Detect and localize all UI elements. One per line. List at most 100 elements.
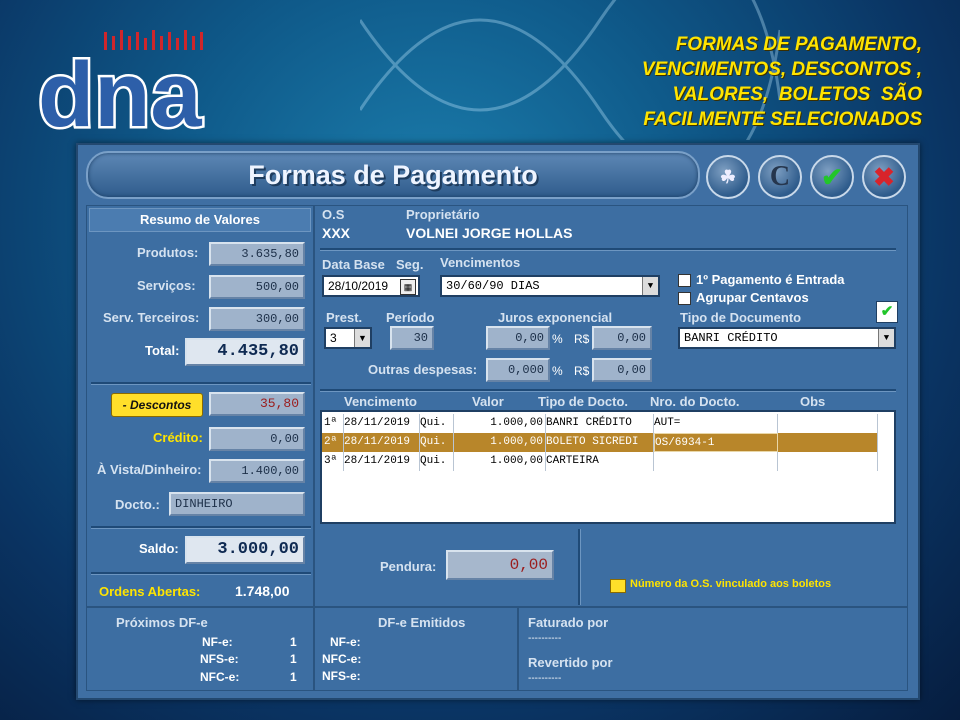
faturado-value: ---------- xyxy=(528,633,562,644)
handshake-button[interactable]: ☘ xyxy=(706,155,750,199)
pendura-value[interactable]: 0,00 xyxy=(446,550,554,580)
promo-line: VALORES, BOLETOS SÃO xyxy=(672,84,923,105)
row-number: 3ª xyxy=(324,452,344,471)
c-icon: C xyxy=(769,161,791,192)
promo-line: FORMAS DE PAGAMENTO, xyxy=(675,34,922,55)
folder-icon xyxy=(610,579,626,593)
faturado-label: Faturado por xyxy=(528,615,609,630)
row-vencimento: 28/11/2019 xyxy=(344,433,420,452)
table-row[interactable]: 3ª 28/11/2019 Qui. 1.000,00 CARTEIRA xyxy=(322,452,878,471)
outras-percent-input[interactable]: 0,000 xyxy=(486,358,550,382)
ordens-value: 1.748,00 xyxy=(235,583,290,599)
divider xyxy=(91,526,311,529)
emitidos-dfe-label: DF-e Emitidos xyxy=(378,615,466,630)
prest-label: Prest. xyxy=(326,310,363,325)
window-title: Formas de Pagamento xyxy=(248,160,538,190)
title-bar: Formas de Pagamento xyxy=(86,151,700,199)
row-vencimento: 28/11/2019 xyxy=(344,452,420,471)
column-header-tipo: Tipo de Docto. xyxy=(538,394,629,409)
saldo-value: 3.000,00 xyxy=(185,536,305,564)
divider xyxy=(91,382,311,385)
row-nro xyxy=(654,452,778,471)
seg-label: Seg. xyxy=(396,257,424,272)
tipo-documento-value: BANRI CRÉDITO xyxy=(684,331,778,345)
summary-header: Resumo de Valores xyxy=(89,208,311,232)
cancel-button[interactable]: ✖ xyxy=(862,155,906,199)
prest-select[interactable]: 3 ▼ xyxy=(324,327,372,349)
credito-value[interactable]: 0,00 xyxy=(209,427,305,451)
row-obs xyxy=(778,452,878,471)
clear-button[interactable]: C xyxy=(758,155,802,199)
promo-line: VENCIMENTOS, DESCONTOS , xyxy=(641,59,922,80)
nfce-label: NFC-e: xyxy=(200,670,240,684)
rs-symbol: R$ xyxy=(574,364,590,378)
tipo-documento-confirm-icon[interactable]: ✔ xyxy=(876,301,898,323)
svg-text:dna: dna xyxy=(38,44,202,138)
payment-window: Formas de Pagamento ☘ C ✔ ✖ Resumo de Va… xyxy=(76,143,920,700)
total-label: Total: xyxy=(145,343,180,358)
table-row-selected[interactable]: 2ª 28/11/2019 Qui. 1.000,00 BOLETO SICRE… xyxy=(322,433,878,452)
promo-line: FACILMENTE SELECIONADOS xyxy=(643,109,922,130)
chevron-down-icon[interactable]: ▼ xyxy=(354,329,370,347)
vencimentos-select[interactable]: 30/60/90 DIAS ▼ xyxy=(440,275,660,297)
close-icon: ✖ xyxy=(873,161,895,192)
periodo-input[interactable]: 30 xyxy=(390,326,434,350)
nfe-label: NF-e: xyxy=(202,635,233,649)
row-number: 1ª xyxy=(324,414,344,433)
dna-logo: dna xyxy=(34,26,224,149)
servicos-value: 500,00 xyxy=(209,275,305,299)
tipo-documento-select[interactable]: BANRI CRÉDITO ▼ xyxy=(678,327,896,349)
column-header-nro: Nro. do Docto. xyxy=(650,394,740,409)
percent-symbol: % xyxy=(552,332,563,346)
chevron-down-icon[interactable]: ▼ xyxy=(878,329,894,347)
row-dia: Qui. xyxy=(420,452,454,471)
row-dia: Qui. xyxy=(420,414,454,433)
row-nro[interactable]: OS/6934-1 xyxy=(654,433,778,452)
os-linked-note: Número da O.S. vinculado aos boletos xyxy=(630,578,832,590)
column-header-vencimento: Vencimento xyxy=(344,394,417,409)
emitidos-nfse-label: NFS-e: xyxy=(322,669,361,683)
terceiros-value: 300,00 xyxy=(209,307,305,331)
row-tipo: CARTEIRA xyxy=(546,452,654,471)
os-value: XXX xyxy=(322,225,351,241)
juros-percent-input[interactable]: 0,00 xyxy=(486,326,550,350)
juros-rs-input[interactable]: 0,00 xyxy=(592,326,652,350)
descontos-value[interactable]: 35,80 xyxy=(209,392,305,416)
confirm-button[interactable]: ✔ xyxy=(810,155,854,199)
descontos-button[interactable]: - Descontos xyxy=(111,393,203,417)
percent-symbol: % xyxy=(552,364,563,378)
primeiro-pagamento-checkbox[interactable] xyxy=(678,274,691,287)
proprietario-value: VOLNEI JORGE HOLLAS xyxy=(406,225,573,241)
divider xyxy=(320,389,896,392)
produtos-value: 3.635,80 xyxy=(209,242,305,266)
promo-text: FORMAS DE PAGAMENTO, VENCIMENTOS, DESCON… xyxy=(560,32,922,132)
emitidos-nfce-label: NFC-e: xyxy=(322,652,362,666)
avista-label: À Vista/Dinheiro: xyxy=(97,462,202,477)
agrupar-centavos-checkbox[interactable] xyxy=(678,292,691,305)
chevron-down-icon[interactable]: ▼ xyxy=(642,277,658,295)
docto-value[interactable]: DINHEIRO xyxy=(169,492,305,516)
primeiro-pagamento-label: 1º Pagamento é Entrada xyxy=(696,272,845,287)
table-row[interactable]: 1ª 28/11/2019 Qui. 1.000,00 BANRI CRÉDIT… xyxy=(322,414,878,433)
proximos-dfe-label: Próximos DF-e xyxy=(116,615,208,630)
vencimentos-value: 30/60/90 DIAS xyxy=(446,279,540,293)
data-base-value: 28/10/2019 xyxy=(328,279,389,293)
avista-value[interactable]: 1.400,00 xyxy=(209,459,305,483)
summary-panel: Resumo de Valores Produtos: 3.635,80 Ser… xyxy=(86,205,314,607)
data-base-input[interactable]: 28/10/2019 ▦ xyxy=(322,275,420,297)
installments-table: 1ª 28/11/2019 Qui. 1.000,00 BANRI CRÉDIT… xyxy=(320,410,896,524)
credito-label: Crédito: xyxy=(153,430,203,445)
outras-rs-input[interactable]: 0,00 xyxy=(592,358,652,382)
pendura-label: Pendura: xyxy=(380,559,437,574)
nfe-value: 1 xyxy=(290,635,297,649)
row-valor: 1.000,00 xyxy=(454,452,546,471)
produtos-label: Produtos: xyxy=(137,245,199,260)
checkmark-icon: ✔ xyxy=(821,161,843,192)
prest-value: 3 xyxy=(330,331,337,345)
periodo-label: Período xyxy=(386,310,435,325)
juros-label: Juros exponencial xyxy=(498,310,613,325)
calendar-icon[interactable]: ▦ xyxy=(400,279,416,295)
tipo-documento-label: Tipo de Documento xyxy=(680,310,802,325)
total-value: 4.435,80 xyxy=(185,338,305,366)
revertido-value: ---------- xyxy=(528,673,562,684)
